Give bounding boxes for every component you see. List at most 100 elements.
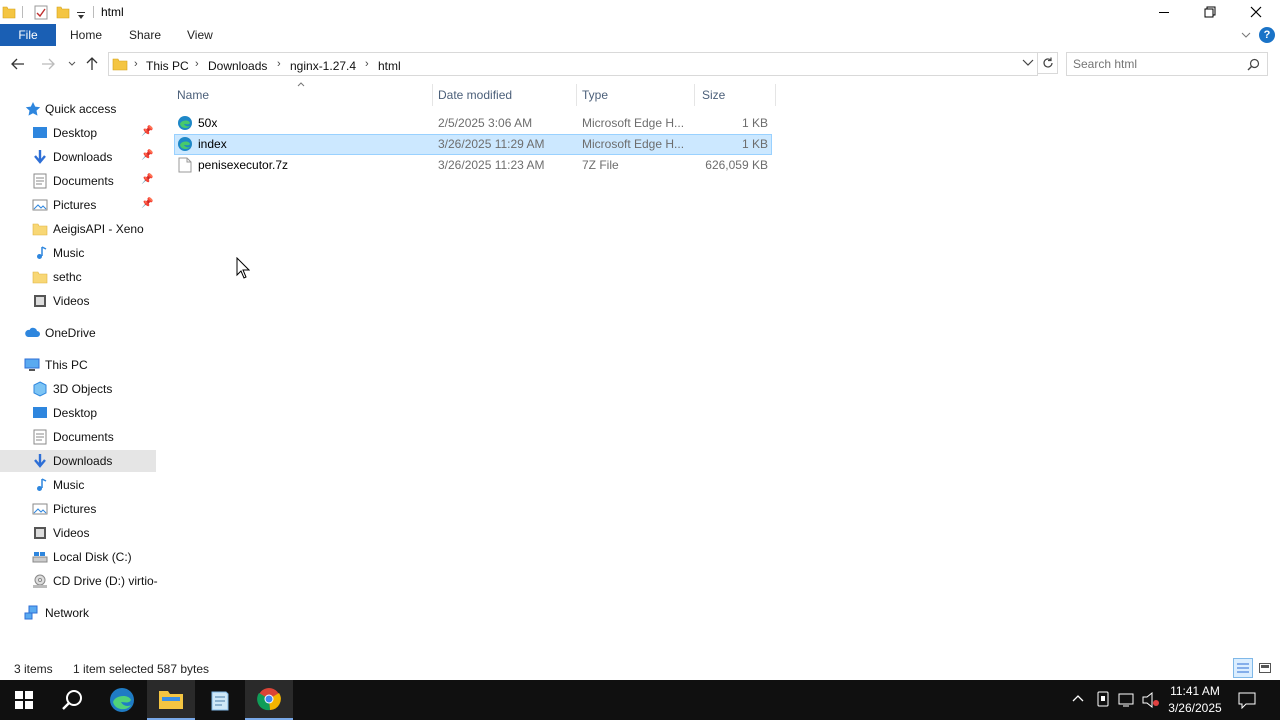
sidebar-item-desktop[interactable]: Desktop 📌 — [0, 122, 156, 144]
tab-view[interactable]: View — [187, 24, 213, 46]
file-row[interactable]: penisexecutor.7z 3/26/2025 11:23 AM 7Z F… — [174, 155, 772, 176]
recent-locations-button[interactable] — [62, 54, 82, 74]
title-bar: html — [0, 0, 1280, 24]
taskbar-edge[interactable] — [98, 680, 146, 720]
column-divider[interactable] — [775, 84, 776, 106]
breadcrumb-this-pc[interactable]: This PC — [146, 59, 189, 73]
chevron-right-icon[interactable]: › — [277, 58, 281, 70]
tab-home[interactable]: Home — [70, 24, 102, 46]
restore-icon — [1204, 6, 1216, 18]
sidebar-item-documents[interactable]: Documents 📌 — [0, 170, 156, 192]
computer-icon — [24, 358, 40, 371]
taskbar-chrome[interactable] — [245, 680, 293, 720]
downloads-icon — [34, 454, 46, 468]
back-button[interactable] — [8, 54, 28, 74]
taskbar-notepad[interactable] — [196, 680, 244, 720]
file-list: Name Date modified Type Size 50x 2/5/202… — [172, 82, 776, 182]
expand-ribbon-icon[interactable] — [1241, 31, 1251, 39]
column-header-size[interactable]: Size — [702, 88, 725, 102]
sidebar-item-videos[interactable]: Videos — [0, 522, 156, 544]
window-title: html — [101, 5, 124, 19]
sidebar-item-desktop[interactable]: Desktop — [0, 402, 156, 424]
column-header-date[interactable]: Date modified — [438, 88, 512, 102]
file-row[interactable]: 50x 2/5/2025 3:06 AM Microsoft Edge H...… — [174, 113, 772, 134]
refresh-icon — [1042, 57, 1053, 68]
file-row[interactable]: index 3/26/2025 11:29 AM Microsoft Edge … — [174, 134, 772, 155]
tab-share[interactable]: Share — [129, 24, 161, 46]
breadcrumb-html[interactable]: html — [378, 59, 401, 73]
file-date: 3/26/2025 11:23 AM — [438, 158, 545, 172]
notepad-icon — [211, 691, 229, 711]
nav-onedrive[interactable]: OneDrive — [0, 322, 156, 344]
address-dropdown-button[interactable] — [1019, 54, 1037, 72]
large-icons-view-button[interactable] — [1256, 659, 1274, 677]
close-button[interactable] — [1233, 0, 1279, 24]
search-icon[interactable] — [1247, 58, 1260, 71]
divider — [93, 6, 94, 18]
status-item-count: 3 items — [14, 662, 53, 676]
column-divider[interactable] — [432, 84, 433, 106]
minimize-button[interactable] — [1141, 0, 1187, 24]
show-hidden-icons-icon[interactable] — [1072, 694, 1084, 702]
search-box[interactable] — [1066, 52, 1268, 76]
clock-time[interactable]: 11:41 AM — [1166, 684, 1224, 698]
properties-icon[interactable] — [34, 4, 48, 20]
sidebar-item-cd-drive[interactable]: CD Drive (D:) virtio- — [0, 570, 158, 592]
restore-button[interactable] — [1187, 0, 1233, 24]
up-button[interactable] — [82, 54, 102, 74]
new-folder-icon[interactable] — [56, 4, 70, 20]
column-divider[interactable] — [694, 84, 695, 106]
windows-logo-icon — [15, 691, 33, 709]
local-disk-icon — [32, 552, 48, 563]
breadcrumb-nginx[interactable]: nginx-1.27.4 — [290, 59, 356, 73]
file-date: 3/26/2025 11:29 AM — [438, 137, 545, 151]
close-icon — [1250, 6, 1262, 18]
desktop-icon — [33, 407, 47, 418]
forward-button[interactable] — [38, 54, 58, 74]
network-status-icon[interactable] — [1118, 692, 1136, 708]
chevron-right-icon[interactable]: › — [134, 58, 138, 70]
network-icon — [24, 605, 38, 620]
column-header-type[interactable]: Type — [582, 88, 608, 102]
folder-icon — [2, 6, 16, 19]
edge-html-icon — [178, 116, 192, 130]
column-header-name[interactable]: Name — [177, 88, 209, 102]
column-divider[interactable] — [576, 84, 577, 106]
sidebar-item-documents[interactable]: Documents — [0, 426, 156, 448]
sidebar-item-videos[interactable]: Videos — [0, 290, 156, 312]
search-input[interactable] — [1073, 57, 1243, 71]
sidebar-item-music[interactable]: Music — [0, 474, 156, 496]
sidebar-item-local-disk[interactable]: Local Disk (C:) — [0, 546, 156, 568]
taskbar-file-explorer[interactable] — [147, 680, 195, 720]
cloud-icon — [25, 327, 40, 337]
clock-date[interactable]: 3/26/2025 — [1166, 701, 1224, 715]
help-icon[interactable]: ? — [1259, 27, 1275, 43]
sidebar-item-sethc[interactable]: sethc — [0, 266, 156, 288]
nav-quick-access[interactable]: Quick access — [0, 98, 156, 120]
documents-icon — [33, 173, 47, 189]
taskbar-search-button[interactable] — [48, 680, 96, 720]
customize-quick-access-icon[interactable] — [76, 8, 86, 24]
volume-muted-icon[interactable] — [1142, 692, 1160, 708]
refresh-button[interactable] — [1038, 52, 1058, 74]
sidebar-item-aeigisapi[interactable]: AeigisAPI - Xeno — [0, 218, 156, 240]
notifications-icon[interactable] — [1238, 691, 1256, 709]
status-selection-size: 587 bytes — [157, 662, 210, 676]
nav-this-pc[interactable]: This PC — [0, 354, 156, 376]
sidebar-item-pictures[interactable]: Pictures — [0, 498, 156, 520]
sidebar-item-downloads[interactable]: Downloads 📌 — [0, 146, 156, 168]
sidebar-item-3d-objects[interactable]: 3D Objects — [0, 378, 156, 400]
breadcrumb-downloads[interactable]: Downloads — [208, 59, 267, 73]
chevron-right-icon[interactable]: › — [365, 58, 369, 70]
device-icon[interactable] — [1096, 691, 1110, 707]
nav-network[interactable]: Network — [0, 602, 156, 624]
tab-file[interactable]: File — [0, 24, 56, 46]
address-bar[interactable]: › This PC › Downloads › nginx-1.27.4 › h… — [108, 52, 1038, 76]
sidebar-item-downloads[interactable]: Downloads — [0, 450, 156, 472]
chevron-down-icon — [1022, 59, 1034, 66]
details-view-button[interactable] — [1233, 658, 1253, 678]
sidebar-item-pictures[interactable]: Pictures 📌 — [0, 194, 156, 216]
chevron-right-icon[interactable]: › — [195, 58, 199, 70]
sidebar-item-music[interactable]: Music — [0, 242, 156, 264]
start-button[interactable] — [0, 680, 48, 720]
